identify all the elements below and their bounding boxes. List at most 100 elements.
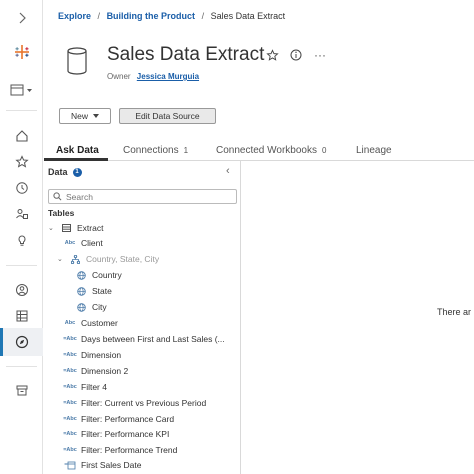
tab-label: Lineage [356, 145, 392, 156]
field-label: Filter: Performance KPI [81, 429, 170, 439]
field-customer[interactable]: Abc Customer [63, 316, 118, 330]
table-icon [59, 224, 73, 232]
breadcrumb-separator: / [97, 11, 101, 21]
owner-line: Owner Jessica Murguia [107, 72, 199, 81]
search-icon [53, 192, 62, 201]
field-label: City [92, 302, 107, 312]
field-filter-performance-kpi[interactable]: =Abc Filter: Performance KPI [63, 427, 169, 441]
calculated-date-field-icon: = [63, 460, 77, 470]
field-filter-current-vs-previous[interactable]: =Abc Filter: Current vs Previous Period [63, 396, 206, 410]
field-label: Filter 4 [81, 382, 107, 392]
field-state[interactable]: State [74, 284, 112, 298]
data-pane: Data 1 ‹ Tables ⌄ Extract Abc Client ⌄ C… [44, 161, 241, 474]
tab-label: Connections [123, 145, 179, 156]
table-row-extract[interactable]: ⌄ Extract [48, 221, 103, 235]
expand-nav-chevron-icon[interactable] [10, 6, 34, 30]
field-country-state-city[interactable]: ⌄ Country, State, City [57, 252, 159, 266]
search-input[interactable] [66, 191, 226, 202]
tab-count: 0 [321, 146, 327, 155]
hierarchy-icon [68, 254, 82, 264]
field-city[interactable]: City [74, 300, 107, 314]
explore-compass-icon[interactable] [10, 330, 34, 354]
home-icon[interactable] [10, 124, 34, 148]
calculated-string-field-icon: =Abc [63, 447, 77, 453]
field-label: Filter: Current vs Previous Period [81, 398, 207, 408]
collections-icon[interactable] [10, 202, 34, 226]
breadcrumb-separator: / [201, 11, 205, 21]
tab-connected-workbooks[interactable]: Connected Workbooks 0 [216, 145, 326, 156]
page-title: Sales Data Extract [107, 44, 265, 65]
field-label: State [92, 286, 112, 296]
expand-chevron-icon[interactable]: ⌄ [57, 255, 65, 263]
content-grid-icon[interactable] [10, 304, 34, 328]
tab-count: 1 [183, 146, 189, 155]
field-dimension-2[interactable]: =Abc Dimension 2 [63, 364, 128, 378]
rail-divider [6, 110, 37, 111]
tab-connections[interactable]: Connections 1 [123, 145, 188, 156]
tab-label: Ask Data [56, 145, 99, 156]
left-nav-rail [0, 0, 43, 474]
field-label: Country, State, City [86, 254, 160, 264]
breadcrumb-current: Sales Data Extract [210, 11, 286, 21]
calculated-string-field-icon: =Abc [63, 400, 77, 406]
string-field-icon: Abc [64, 240, 76, 246]
search-field[interactable] [48, 189, 237, 204]
new-button[interactable]: New [59, 108, 111, 124]
data-pane-title: Data [48, 167, 68, 177]
breadcrumb-explore-link[interactable]: Explore [58, 11, 91, 21]
recommendations-lightbulb-icon[interactable] [10, 228, 34, 252]
field-label: Country [92, 270, 122, 280]
tab-lineage[interactable]: Lineage [356, 145, 392, 156]
globe-icon [74, 302, 88, 312]
tab-ask-data[interactable]: Ask Data [56, 145, 99, 156]
edit-data-source-button[interactable]: Edit Data Source [119, 108, 216, 124]
globe-icon [74, 286, 88, 296]
field-label: Customer [81, 318, 118, 328]
recents-clock-icon[interactable] [10, 176, 34, 200]
calculated-string-field-icon: =Abc [63, 384, 77, 390]
field-label: Filter: Performance Card [81, 414, 175, 424]
string-field-icon: Abc [64, 320, 76, 326]
favorites-star-icon[interactable] [10, 150, 34, 174]
field-label: First Sales Date [81, 460, 142, 470]
calculated-string-field-icon: =Abc [63, 416, 77, 422]
site-selector-icon[interactable] [8, 78, 36, 102]
field-label: Days between First and Last Sales (... [81, 334, 225, 344]
info-icon[interactable] [289, 47, 303, 63]
external-assets-icon[interactable] [10, 378, 34, 402]
collapse-pane-chevron-icon[interactable]: ‹ [226, 165, 230, 177]
calculated-string-field-icon: =Abc [63, 368, 77, 374]
favorite-star-icon[interactable] [265, 47, 279, 63]
field-filter-performance-card[interactable]: =Abc Filter: Performance Card [63, 412, 174, 426]
data-pane-header: Data 1 [48, 167, 82, 177]
field-client[interactable]: Abc Client [63, 236, 103, 250]
calculated-string-field-icon: =Abc [63, 431, 77, 437]
data-source-cylinder-icon [66, 47, 88, 80]
field-dimension[interactable]: =Abc Dimension [63, 348, 121, 362]
tables-heading: Tables [48, 208, 75, 218]
field-label: Client [81, 238, 103, 248]
tableau-logo-icon[interactable] [10, 40, 34, 64]
field-filter-4[interactable]: =Abc Filter 4 [63, 380, 107, 394]
personal-space-icon[interactable] [10, 278, 34, 302]
rail-divider [6, 366, 37, 367]
empty-state-text: There ar [437, 307, 472, 317]
more-actions-icon[interactable]: ··· [313, 47, 327, 63]
field-first-sales-date[interactable]: = First Sales Date [63, 458, 141, 472]
field-label: Dimension [81, 350, 122, 360]
field-country[interactable]: Country [74, 268, 122, 282]
header-actions: ··· [265, 47, 327, 63]
calculated-string-field-icon: =Abc [63, 336, 77, 342]
breadcrumb-project-link[interactable]: Building the Product [107, 11, 196, 21]
table-label: Extract [77, 223, 104, 233]
field-days-between[interactable]: =Abc Days between First and Last Sales (… [63, 332, 225, 346]
expand-chevron-icon[interactable]: ⌄ [48, 224, 56, 232]
field-filter-performance-trend[interactable]: =Abc Filter: Performance Trend [63, 443, 177, 457]
owner-name-link[interactable]: Jessica Murguia [137, 72, 199, 81]
field-label: Dimension 2 [81, 366, 129, 376]
tab-label: Connected Workbooks [216, 145, 317, 156]
svg-text:=: = [64, 462, 68, 468]
rail-divider [6, 265, 37, 266]
data-info-badge-icon[interactable]: 1 [72, 167, 82, 177]
calculated-string-field-icon: =Abc [63, 352, 77, 358]
